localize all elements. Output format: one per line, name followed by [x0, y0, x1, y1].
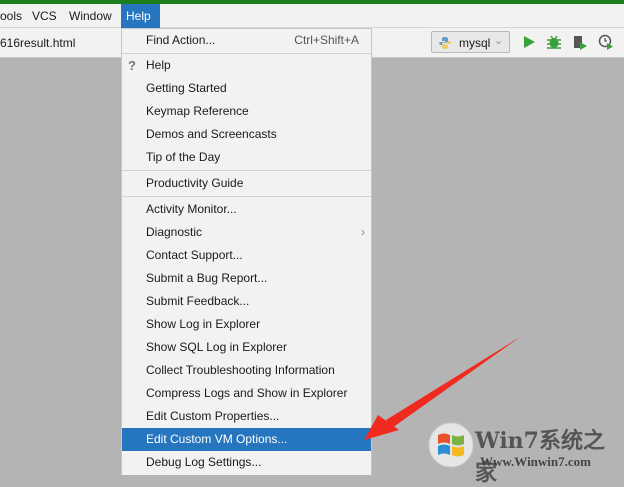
red-arrow-annotation: [364, 337, 520, 440]
windows-logo-icon: [428, 422, 474, 468]
watermark-logo: Win7系统之家 Www.Winwin7.com: [425, 420, 624, 486]
watermark-url: Www.Winwin7.com: [480, 454, 591, 469]
